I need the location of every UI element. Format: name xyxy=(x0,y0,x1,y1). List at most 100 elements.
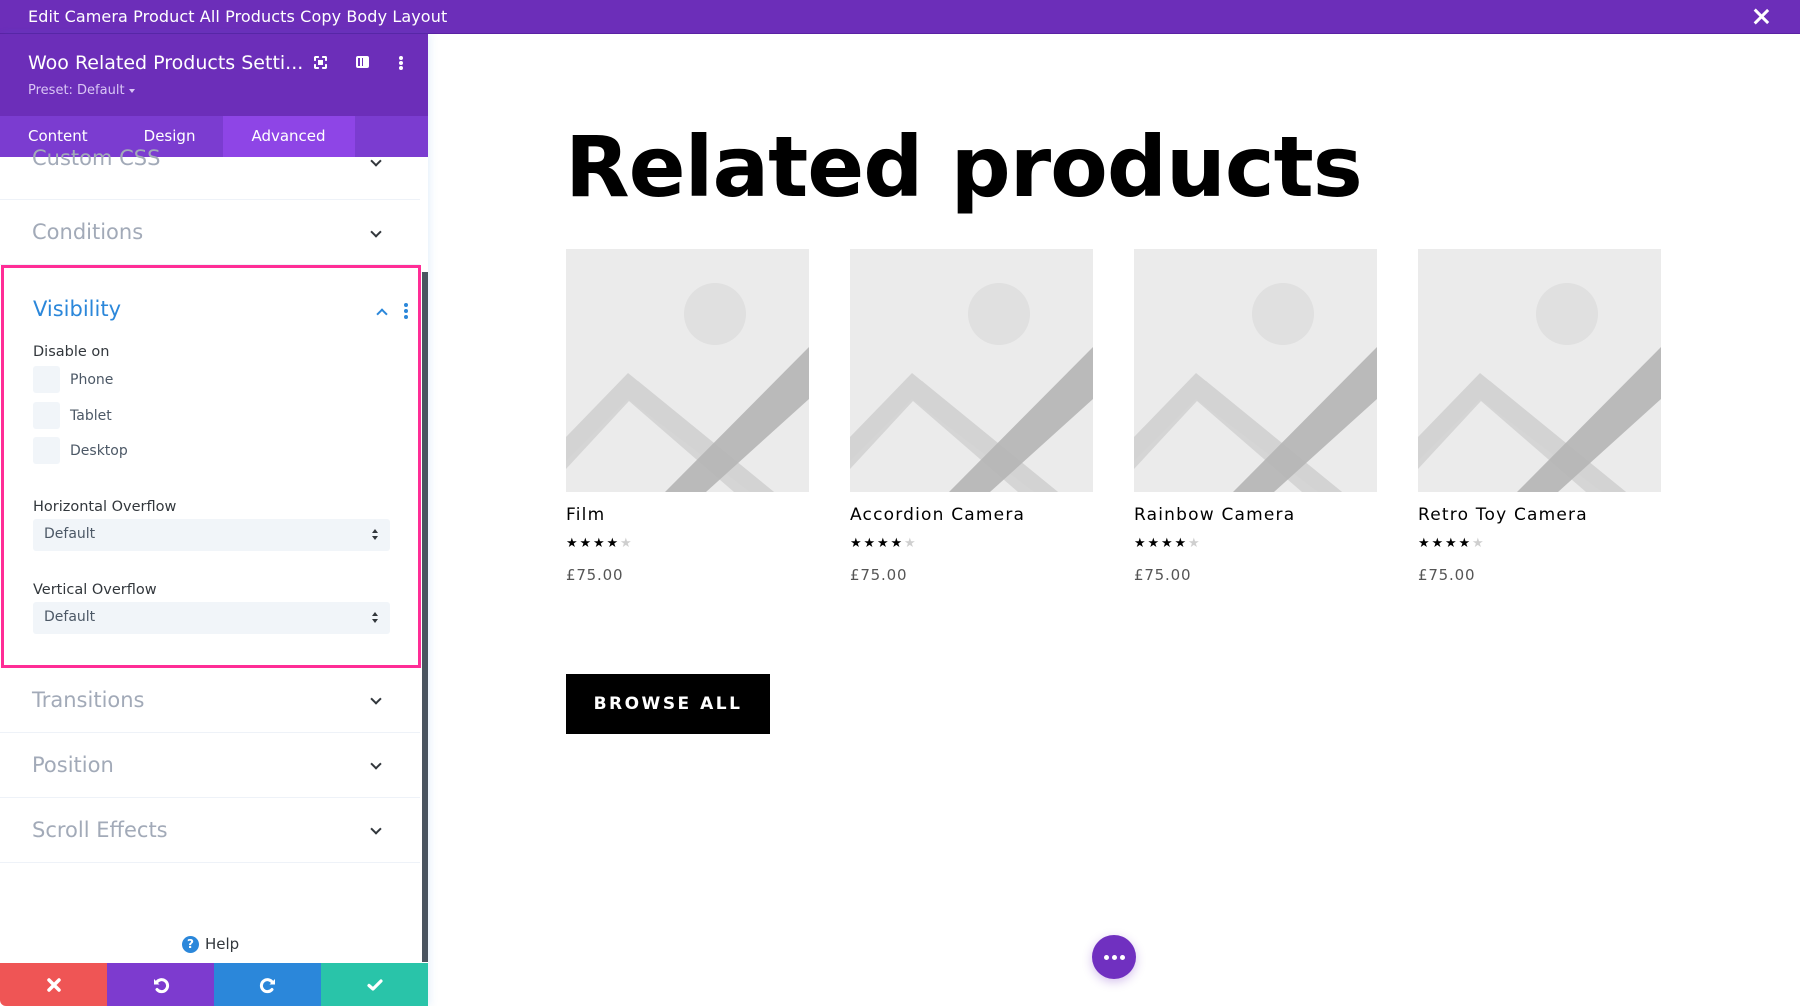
help-link[interactable]: ? Help xyxy=(182,935,239,953)
browse-all-button[interactable]: BROWSE ALL xyxy=(566,674,770,734)
chevron-down-icon xyxy=(370,693,382,705)
checkbox-phone[interactable]: Phone xyxy=(33,366,113,393)
star-filled-icon: ★ xyxy=(593,536,605,551)
vertical-overflow-select[interactable]: Default xyxy=(33,602,390,634)
star-empty-icon: ★ xyxy=(904,536,916,551)
toggle-label: Conditions xyxy=(32,220,144,244)
panel-title: Woo Related Products Setti... xyxy=(28,52,304,74)
select-arrows-icon xyxy=(372,529,378,541)
star-filled-icon: ★ xyxy=(1458,536,1471,551)
star-empty-icon: ★ xyxy=(1188,536,1200,551)
visibility-section: Visibility Disable on Phone Tablet Deskt… xyxy=(1,265,421,668)
horizontal-overflow-select[interactable]: Default xyxy=(33,519,390,551)
star-empty-icon: ★ xyxy=(620,536,632,551)
product-card: Film ★ ★ ★ ★ ★ £75.00 xyxy=(566,249,809,584)
select-value: Default xyxy=(44,609,96,625)
preset-dropdown[interactable]: Preset: Default xyxy=(28,83,135,98)
star-filled-icon: ★ xyxy=(1147,536,1160,551)
star-rating: ★ ★ ★ ★ ★ xyxy=(1418,537,1661,551)
caret-down-icon xyxy=(128,88,135,93)
product-image-placeholder[interactable] xyxy=(850,249,1093,492)
panel-scroll-area: Custom CSS Conditions Visibility Disable… xyxy=(0,146,428,963)
chevron-down-icon xyxy=(370,823,382,835)
product-card: Accordion Camera ★ ★ ★ ★ ★ £75.00 xyxy=(850,249,1093,584)
star-empty-icon: ★ xyxy=(1472,536,1484,551)
discard-button[interactable] xyxy=(0,963,107,1006)
star-filled-icon: ★ xyxy=(877,536,889,551)
visibility-title[interactable]: Visibility xyxy=(33,297,121,321)
chevron-up-icon[interactable] xyxy=(376,308,388,320)
checkbox[interactable] xyxy=(33,437,60,464)
checkbox[interactable] xyxy=(33,402,60,429)
chevron-down-icon xyxy=(370,155,382,167)
focus-icon[interactable] xyxy=(312,54,330,72)
product-name[interactable]: Rainbow Camera xyxy=(1134,505,1377,525)
action-bar xyxy=(0,963,428,1006)
star-filled-icon: ★ xyxy=(1174,536,1187,551)
close-icon xyxy=(46,977,61,992)
product-price: £75.00 xyxy=(1134,566,1192,584)
toggle-position[interactable]: Position xyxy=(0,733,420,798)
select-value: Default xyxy=(44,526,96,542)
undo-button[interactable] xyxy=(107,963,214,1006)
star-rating: ★ ★ ★ ★ ★ xyxy=(850,537,1093,551)
star-rating: ★ ★ ★ ★ ★ xyxy=(1134,537,1377,551)
star-filled-icon: ★ xyxy=(1134,536,1146,551)
checkbox-tablet[interactable]: Tablet xyxy=(33,402,112,429)
horizontal-overflow-label: Horizontal Overflow xyxy=(33,499,177,515)
chevron-down-icon xyxy=(370,226,382,238)
layout-icon[interactable] xyxy=(354,54,372,72)
redo-button[interactable] xyxy=(214,963,321,1006)
redo-icon xyxy=(259,977,275,993)
select-arrows-icon xyxy=(372,612,378,624)
toggle-conditions[interactable]: Conditions xyxy=(0,200,420,265)
star-filled-icon: ★ xyxy=(1431,536,1444,551)
panel-header: Woo Related Products Setti... Preset: De… xyxy=(0,34,428,116)
toggle-label: Position xyxy=(32,753,114,777)
product-name[interactable]: Film xyxy=(566,505,809,525)
product-price: £75.00 xyxy=(566,566,624,584)
star-rating: ★ ★ ★ ★ ★ xyxy=(566,537,809,551)
toggle-label: Transitions xyxy=(32,688,145,712)
vertical-overflow-label: Vertical Overflow xyxy=(33,582,157,598)
toggle-custom-css[interactable]: Custom CSS xyxy=(0,135,420,200)
checkbox-desktop[interactable]: Desktop xyxy=(33,437,128,464)
page-settings-fab[interactable] xyxy=(1092,935,1136,979)
star-filled-icon: ★ xyxy=(863,536,876,551)
checkbox-label: Desktop xyxy=(70,442,128,459)
chevron-down-icon xyxy=(370,758,382,770)
product-name[interactable]: Retro Toy Camera xyxy=(1418,505,1661,525)
product-image-placeholder[interactable] xyxy=(1418,249,1661,492)
star-filled-icon: ★ xyxy=(606,536,619,551)
more-icon[interactable] xyxy=(392,54,410,72)
page-heading: Related products xyxy=(565,118,1363,216)
checkbox-label: Phone xyxy=(70,371,114,388)
toggle-label: Custom CSS xyxy=(32,146,161,170)
toggle-scroll-effects[interactable]: Scroll Effects xyxy=(0,798,420,863)
product-card: Rainbow Camera ★ ★ ★ ★ ★ £75.00 xyxy=(1134,249,1377,584)
close-icon[interactable] xyxy=(1750,6,1772,28)
check-icon xyxy=(366,978,383,991)
star-filled-icon: ★ xyxy=(1418,536,1430,551)
star-filled-icon: ★ xyxy=(1445,536,1457,551)
checkbox-label: Tablet xyxy=(70,407,112,424)
save-button[interactable] xyxy=(321,963,428,1006)
disable-on-label: Disable on xyxy=(33,344,110,360)
checkbox[interactable] xyxy=(33,366,60,393)
product-card: Retro Toy Camera ★ ★ ★ ★ ★ £75.00 xyxy=(1418,249,1661,584)
star-filled-icon: ★ xyxy=(890,536,903,551)
star-filled-icon: ★ xyxy=(579,536,592,551)
toggle-transitions[interactable]: Transitions xyxy=(0,668,420,733)
preset-label: Preset: Default xyxy=(28,83,125,98)
settings-panel: Woo Related Products Setti... Preset: De… xyxy=(0,34,428,1006)
product-image-placeholder[interactable] xyxy=(1134,249,1377,492)
panel-scrollbar[interactable] xyxy=(422,272,428,962)
star-filled-icon: ★ xyxy=(850,536,862,551)
section-more-icon[interactable] xyxy=(404,303,408,319)
help-icon: ? xyxy=(182,935,199,953)
undo-icon xyxy=(153,977,169,993)
toggle-label: Scroll Effects xyxy=(32,818,168,842)
product-image-placeholder[interactable] xyxy=(566,249,809,492)
product-price: £75.00 xyxy=(1418,566,1476,584)
product-name[interactable]: Accordion Camera xyxy=(850,505,1093,525)
